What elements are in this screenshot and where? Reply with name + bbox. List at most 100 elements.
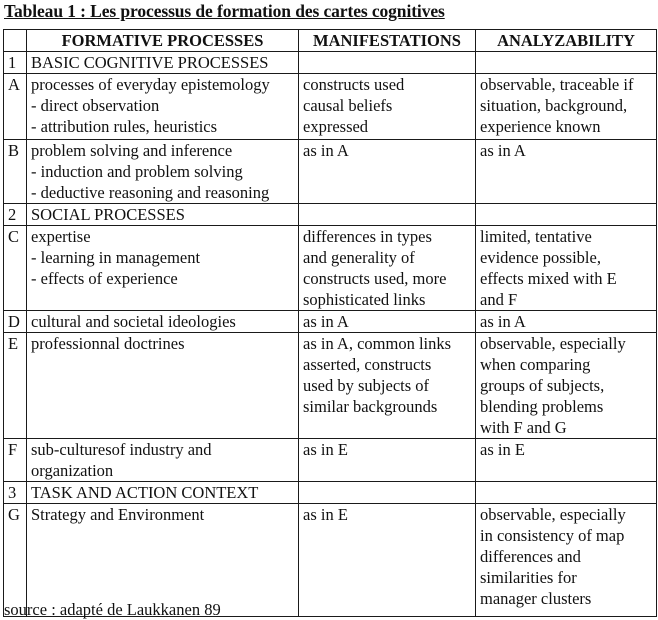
cell-line: as in E [303, 505, 348, 524]
analyzability-cell: observable, especially when comparing grou… [475, 332, 657, 439]
table-row: Aprocesses of everyday epistemology - dir… [3, 73, 657, 140]
cell-line: similarities for [480, 568, 577, 587]
table-row: Eprofessionnal doctrines as in A, common … [3, 332, 657, 439]
manifestations-cell: differences in types and generality of con… [298, 225, 476, 311]
process-cell: sub-culturesof industry and organization [26, 438, 299, 482]
cell-line: asserted, constructs [303, 355, 432, 374]
cell-line: - induction and problem solving [31, 162, 243, 181]
row-id-cell: B [3, 139, 27, 204]
header-index [3, 29, 27, 52]
cell-line: groups of subjects, [480, 376, 605, 395]
section-row: 2 SOCIAL PROCESSES [3, 203, 657, 226]
process-cell: BASIC COGNITIVE PROCESSES [26, 51, 299, 74]
cell-line: as in A [480, 141, 526, 160]
analyzability-cell: observable, traceable if situation, backg… [475, 73, 657, 140]
formation-processes-table: FORMATIVE PROCESSES MANIFESTATIONS ANALY… [3, 29, 657, 617]
cell-line: problem solving and inference [31, 141, 233, 160]
cell-line: - attribution rules, heuristics [31, 117, 218, 136]
cell-line: - deductive reasoning and reasoning [31, 183, 270, 202]
table-title: Tableau 1 : Les processus de formation d… [4, 1, 445, 21]
cell-line: processes of everyday epistemology [31, 75, 270, 94]
cell-line: as in E [303, 440, 348, 459]
cell-line: as in A [303, 312, 349, 331]
analyzability-cell [475, 481, 657, 504]
analyzability-cell: as in A [475, 139, 657, 204]
analyzability-cell [475, 51, 657, 74]
manifestations-cell: constructs used causal beliefs expressed [298, 73, 476, 140]
cell-line: differences in types [303, 227, 432, 246]
process-cell: cultural and societal ideologies [26, 310, 299, 333]
table-body: 1 BASIC COGNITIVE PROCESSES Aprocesses of … [3, 51, 657, 617]
row-id-cell: D [3, 310, 27, 333]
row-id-cell: 2 [3, 203, 27, 226]
cell-line: similar backgrounds [303, 397, 438, 416]
row-id-cell: 3 [3, 481, 27, 504]
analyzability-cell: as in A [475, 310, 657, 333]
source-note: source : adapté de Laukkanen 89 [4, 600, 221, 619]
cell-line: professionnal doctrines [31, 334, 185, 353]
section-row: 3 TASK AND ACTION CONTEXT [3, 481, 657, 504]
cell-line: as in A [303, 141, 349, 160]
manifestations-cell [298, 481, 476, 504]
process-cell: TASK AND ACTION CONTEXT [26, 481, 299, 504]
analyzability-cell: limited, tentative evidence possible, effe… [475, 225, 657, 311]
cell-line: and F [480, 290, 518, 309]
header-formative-processes: FORMATIVE PROCESSES [26, 29, 299, 52]
cell-line: constructs used [303, 75, 405, 94]
section-row: 1 BASIC COGNITIVE PROCESSES [3, 51, 657, 74]
row-id-cell: 1 [3, 51, 27, 74]
cell-line: - direct observation [31, 96, 160, 115]
header-manifestations: MANIFESTATIONS [298, 29, 476, 52]
table-row: Bproblem solving and inference - inductio… [3, 139, 657, 204]
cell-line: and generality of [303, 248, 415, 267]
cell-line: situation, background, [480, 96, 628, 115]
cell-line: observable, traceable if [480, 75, 634, 94]
manifestations-cell: as in A [298, 139, 476, 204]
process-cell: expertise - learning in management - effec… [26, 225, 299, 311]
process-cell: SOCIAL PROCESSES [26, 203, 299, 226]
cell-line: observable, especially [480, 505, 626, 524]
cell-line: manager clusters [480, 589, 592, 608]
row-id-cell: A [3, 73, 27, 140]
table-row: Cexpertise - learning in management - effe… [3, 225, 657, 311]
cell-line: - learning in management [31, 248, 201, 267]
cell-line: expertise [31, 227, 91, 246]
process-cell: processes of everyday epistemology - dire… [26, 73, 299, 140]
cell-line: experience known [480, 117, 601, 136]
cell-line: evidence possible, [480, 248, 601, 267]
cell-line: used by subjects of [303, 376, 430, 395]
cell-line: TASK AND ACTION CONTEXT [31, 483, 259, 502]
cell-line: causal beliefs [303, 96, 393, 115]
manifestations-cell: as in E [298, 438, 476, 482]
cell-line: blending problems [480, 397, 604, 416]
cell-line: sub-culturesof industry and [31, 440, 212, 459]
cell-line: Strategy and Environment [31, 505, 205, 524]
cell-line: effects mixed with E [480, 269, 617, 288]
cell-line: in consistency of map [480, 526, 625, 545]
cell-line: - effects of experience [31, 269, 178, 288]
cell-line: SOCIAL PROCESSES [31, 205, 185, 224]
header-row: FORMATIVE PROCESSES MANIFESTATIONS ANALY… [3, 29, 657, 52]
header-analyzability: ANALYZABILITY [475, 29, 657, 52]
analyzability-cell [475, 203, 657, 226]
cell-line: organization [31, 461, 114, 480]
process-cell: problem solving and inference - induction… [26, 139, 299, 204]
analyzability-cell: observable, especially in consistency of … [475, 503, 657, 617]
cell-line: as in A, common links [303, 334, 452, 353]
cell-line: with F and G [480, 418, 567, 437]
cell-line: as in A [480, 312, 526, 331]
table-row: Fsub-culturesof industry and organization… [3, 438, 657, 482]
cell-line: differences and [480, 547, 581, 566]
manifestations-cell: as in E [298, 503, 476, 617]
cell-line: when comparing [480, 355, 591, 374]
cell-line: sophisticated links [303, 290, 426, 309]
cell-line: expressed [303, 117, 369, 136]
manifestations-cell [298, 203, 476, 226]
manifestations-cell [298, 51, 476, 74]
cell-line: as in E [480, 440, 525, 459]
cell-line: constructs used, more [303, 269, 447, 288]
manifestations-cell: as in A, common links asserted, construct… [298, 332, 476, 439]
cell-line: BASIC COGNITIVE PROCESSES [31, 53, 269, 72]
row-id-cell: E [3, 332, 27, 439]
table-row: Dcultural and societal ideologies as in A… [3, 310, 657, 333]
